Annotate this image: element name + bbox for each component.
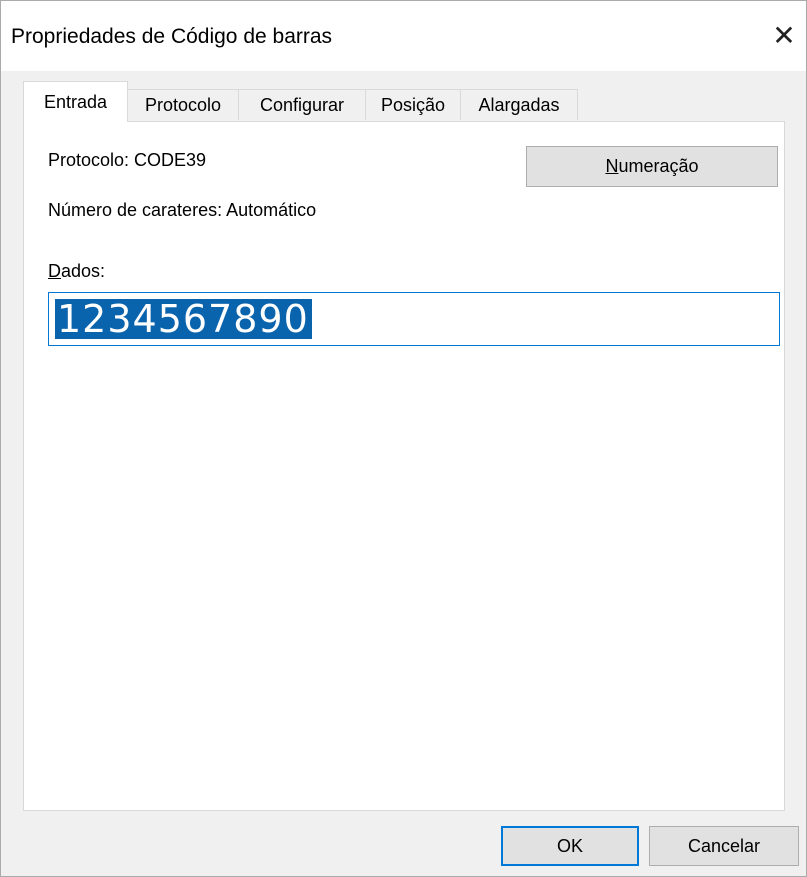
tab-configurar[interactable]: Configurar (238, 89, 366, 120)
cancel-button-label: Cancelar (687, 835, 761, 856)
cancel-button[interactable]: Cancelar (649, 826, 799, 866)
data-input-value: 1234567890 (55, 299, 312, 339)
tab-label: Entrada (43, 91, 108, 112)
tab-panel-entrada: Protocolo: CODE39 Numeração Número de ca… (23, 121, 785, 811)
protocol-label: Protocolo: CODE39 (48, 150, 207, 170)
title-bar[interactable]: Propriedades de Código de barras ✕ (1, 1, 806, 71)
tab-posicao[interactable]: Posição (365, 89, 461, 120)
numbering-button[interactable]: Numeração (526, 146, 778, 187)
data-field-label: Dados: (48, 261, 106, 281)
close-button[interactable]: ✕ (762, 15, 806, 55)
barcode-properties-dialog: Propriedades de Código de barras ✕ Entra… (0, 0, 807, 877)
tab-label: Posição (380, 94, 446, 115)
tab-label: Configurar (259, 94, 345, 115)
numbering-button-label: Numeração (605, 156, 699, 176)
close-icon: ✕ (772, 19, 796, 51)
window-title: Propriedades de Código de barras (11, 25, 333, 48)
ok-button-label: OK (556, 835, 583, 856)
tab-protocolo[interactable]: Protocolo (127, 89, 239, 120)
ok-button[interactable]: OK (501, 826, 639, 866)
char-count-label: Número de carateres: Automático (48, 200, 317, 220)
tab-alargadas[interactable]: Alargadas (460, 89, 578, 120)
tab-entrada[interactable]: Entrada (23, 81, 128, 122)
tab-label: Alargadas (478, 94, 560, 115)
data-input[interactable]: 1234567890 (48, 292, 780, 346)
tab-label: Protocolo (144, 94, 222, 115)
